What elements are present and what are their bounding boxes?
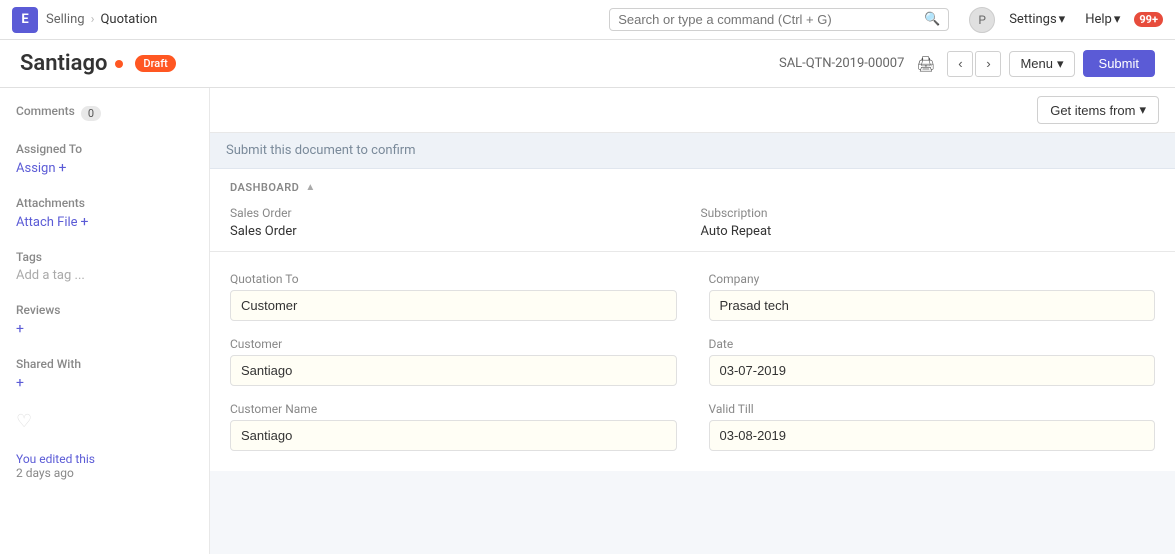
- get-items-bar: Get items from ▾: [210, 88, 1175, 133]
- dashboard-subscription-value: Auto Repeat: [701, 224, 1156, 239]
- page-title-area: Santiago Draft: [20, 51, 176, 76]
- assign-button[interactable]: Assign +: [16, 160, 193, 176]
- print-button[interactable]: 🖨: [912, 53, 939, 75]
- sidebar-tags: Tags Add a tag ...: [16, 250, 193, 283]
- shared-with-label: Shared With: [16, 357, 193, 371]
- add-shared-button[interactable]: +: [16, 375, 193, 391]
- nav-right: P Settings ▾ Help ▾ 99+: [969, 7, 1163, 33]
- form-field-customer-name: Customer Name: [230, 402, 677, 451]
- dashboard-sales-order-label: Sales Order: [230, 206, 685, 220]
- dashboard-subscription-label: Subscription: [701, 206, 1156, 220]
- menu-button[interactable]: Menu ▾: [1009, 51, 1074, 77]
- form-field-customer: Customer: [230, 337, 677, 386]
- assigned-to-label: Assigned To: [16, 142, 193, 156]
- quotation-to-input[interactable]: [230, 290, 677, 321]
- app-icon[interactable]: E: [12, 7, 38, 33]
- activity-name: You edited this: [16, 452, 95, 466]
- date-label: Date: [709, 337, 1156, 351]
- content-area: Get items from ▾ Submit this document to…: [210, 88, 1175, 554]
- add-tag-input[interactable]: Add a tag ...: [16, 268, 193, 283]
- search-icon: 🔍: [924, 12, 940, 27]
- dashboard-title: DASHBOARD: [230, 181, 299, 194]
- info-message: Submit this document to confirm: [226, 143, 416, 158]
- dashboard-section: DASHBOARD ▲ Sales Order Sales Order Subs…: [210, 169, 1175, 252]
- breadcrumb: Selling › Quotation: [46, 12, 157, 27]
- customer-label: Customer: [230, 337, 677, 351]
- sidebar-shared-with: Shared With +: [16, 357, 193, 391]
- add-review-button[interactable]: +: [16, 321, 193, 337]
- dashboard-grid: Sales Order Sales Order Subscription Aut…: [230, 206, 1155, 239]
- notifications-button[interactable]: 99+: [1134, 12, 1163, 27]
- company-label: Company: [709, 272, 1156, 286]
- sidebar-comments: Comments 0: [16, 104, 193, 122]
- menu-caret-icon: ▾: [1057, 56, 1064, 72]
- page-header: Santiago Draft SAL-QTN-2019-00007 🖨 ‹ › …: [0, 40, 1175, 88]
- heart-icon[interactable]: ♡: [16, 411, 32, 432]
- notification-badge: 99+: [1134, 12, 1163, 27]
- valid-till-label: Valid Till: [709, 402, 1156, 416]
- help-button[interactable]: Help ▾: [1079, 9, 1126, 30]
- dashboard-item-subscription: Subscription Auto Repeat: [701, 206, 1156, 239]
- info-bar: Submit this document to confirm: [210, 133, 1175, 169]
- activity-text: You edited this: [16, 452, 193, 466]
- get-items-caret-icon: ▾: [1139, 102, 1146, 118]
- attach-file-button[interactable]: Attach File +: [16, 214, 193, 230]
- sidebar-reviews: Reviews +: [16, 303, 193, 337]
- customer-name-label: Customer Name: [230, 402, 677, 416]
- valid-till-input[interactable]: [709, 420, 1156, 451]
- tags-label: Tags: [16, 250, 193, 264]
- dashboard-sales-order-value: Sales Order: [230, 224, 685, 239]
- get-items-from-button[interactable]: Get items from ▾: [1037, 96, 1159, 124]
- comments-count: 0: [81, 106, 101, 121]
- form-field-company: Company: [709, 272, 1156, 321]
- sidebar-assigned-to: Assigned To Assign +: [16, 142, 193, 176]
- sidebar: Comments 0 Assigned To Assign + Attachme…: [0, 88, 210, 554]
- top-navigation: E Selling › Quotation 🔍 P Settings ▾ Hel…: [0, 0, 1175, 40]
- page-actions: SAL-QTN-2019-00007 🖨 ‹ › Menu ▾ Submit: [779, 50, 1155, 77]
- draft-dot-icon: [115, 60, 123, 68]
- sidebar-activity: You edited this 2 days ago: [16, 452, 193, 480]
- attach-plus-icon: +: [81, 214, 89, 230]
- prev-record-button[interactable]: ‹: [947, 51, 973, 77]
- form-grid: Quotation To Company Customer Date: [230, 272, 1155, 451]
- settings-button[interactable]: Settings ▾: [1003, 9, 1071, 30]
- next-record-button[interactable]: ›: [975, 51, 1001, 77]
- user-avatar[interactable]: P: [969, 7, 995, 33]
- comments-label: Comments: [16, 104, 75, 118]
- status-badge: Draft: [135, 55, 175, 72]
- form-section: Quotation To Company Customer Date: [210, 252, 1175, 471]
- shared-plus-icon: +: [16, 375, 24, 391]
- customer-name-input[interactable]: [230, 420, 677, 451]
- activity-time: 2 days ago: [16, 466, 193, 480]
- dashboard-chevron-icon: ▲: [305, 182, 315, 193]
- form-field-valid-till: Valid Till: [709, 402, 1156, 451]
- dashboard-item-sales-order: Sales Order Sales Order: [230, 206, 685, 239]
- nav-arrows: ‹ ›: [947, 51, 1001, 77]
- quotation-to-label: Quotation To: [230, 272, 677, 286]
- breadcrumb-sep-1: ›: [91, 12, 95, 27]
- breadcrumb-selling[interactable]: Selling: [46, 12, 85, 27]
- company-input[interactable]: [709, 290, 1156, 321]
- attachments-label: Attachments: [16, 196, 193, 210]
- form-field-quotation-to: Quotation To: [230, 272, 677, 321]
- assign-plus-icon: +: [59, 160, 67, 176]
- dashboard-header[interactable]: DASHBOARD ▲: [230, 181, 1155, 194]
- help-caret-icon: ▾: [1114, 12, 1121, 27]
- document-id: SAL-QTN-2019-00007: [779, 56, 904, 71]
- page-title: Santiago: [20, 51, 107, 76]
- reviews-label: Reviews: [16, 303, 193, 317]
- sidebar-heart: ♡: [16, 411, 193, 432]
- search-input[interactable]: [618, 12, 924, 27]
- review-plus-icon: +: [16, 321, 24, 337]
- customer-input[interactable]: [230, 355, 677, 386]
- breadcrumb-quotation[interactable]: Quotation: [100, 12, 157, 27]
- search-bar[interactable]: 🔍: [609, 8, 949, 31]
- submit-button[interactable]: Submit: [1083, 50, 1155, 77]
- settings-caret-icon: ▾: [1059, 12, 1066, 27]
- sidebar-attachments: Attachments Attach File +: [16, 196, 193, 230]
- form-field-date: Date: [709, 337, 1156, 386]
- date-input[interactable]: [709, 355, 1156, 386]
- main-layout: Comments 0 Assigned To Assign + Attachme…: [0, 88, 1175, 554]
